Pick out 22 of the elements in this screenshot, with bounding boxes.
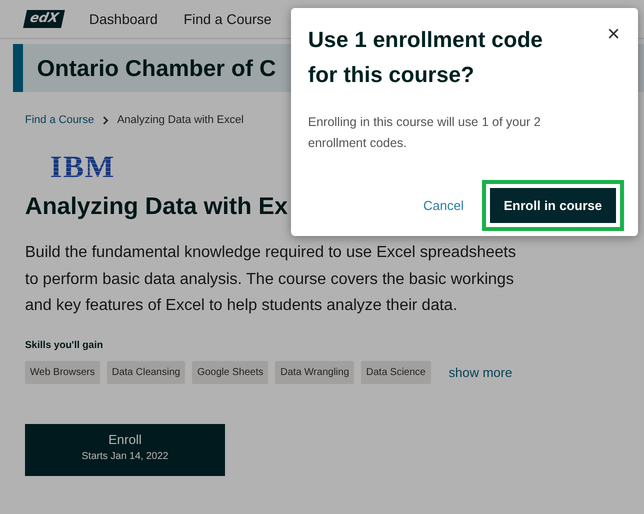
close-button[interactable]: ×: [603, 22, 624, 46]
nav-link[interactable]: Dashboard: [89, 11, 158, 27]
skills-heading: Skills you'll gain: [25, 340, 104, 350]
skill-tag: Google Sheets: [192, 360, 268, 384]
nav-link[interactable]: Find a Course: [184, 11, 272, 27]
enroll-button[interactable]: Enroll Starts Jan 14, 2022: [25, 424, 225, 476]
course-description: Build the fundamental knowledge required to use Excel spreadsheets to perform basic data analysis. The course covers the basic workings and key features of Excel to help students analyze their data.: [25, 243, 517, 316]
show-more-link[interactable]: show more: [448, 364, 512, 380]
skill-tag: Data Wrangling: [275, 360, 354, 384]
skill-tag: Data Science: [361, 360, 431, 384]
cancel-button[interactable]: Cancel: [417, 197, 470, 214]
dialog-title: Use 1 enrollment code for this course?: [308, 26, 544, 89]
breadcrumb-current: Analyzing Data with Excel: [117, 114, 244, 126]
breadcrumb-link[interactable]: Find a Course: [25, 114, 94, 126]
edx-logo[interactable]: edX: [23, 10, 66, 28]
banner-title: Ontario Chamber of C: [37, 54, 276, 82]
chevron-icon: [102, 116, 110, 124]
skill-tag: Data Cleansing: [106, 360, 186, 384]
dialog-message: Enrolling in this course will use 1 of your 2 enrollment codes.: [308, 114, 542, 152]
skill-tag: Web Browsers: [25, 360, 100, 384]
course-title: Analyzing Data with Ex: [25, 192, 288, 222]
enroll-in-course-button[interactable]: Enroll in course: [490, 188, 616, 223]
